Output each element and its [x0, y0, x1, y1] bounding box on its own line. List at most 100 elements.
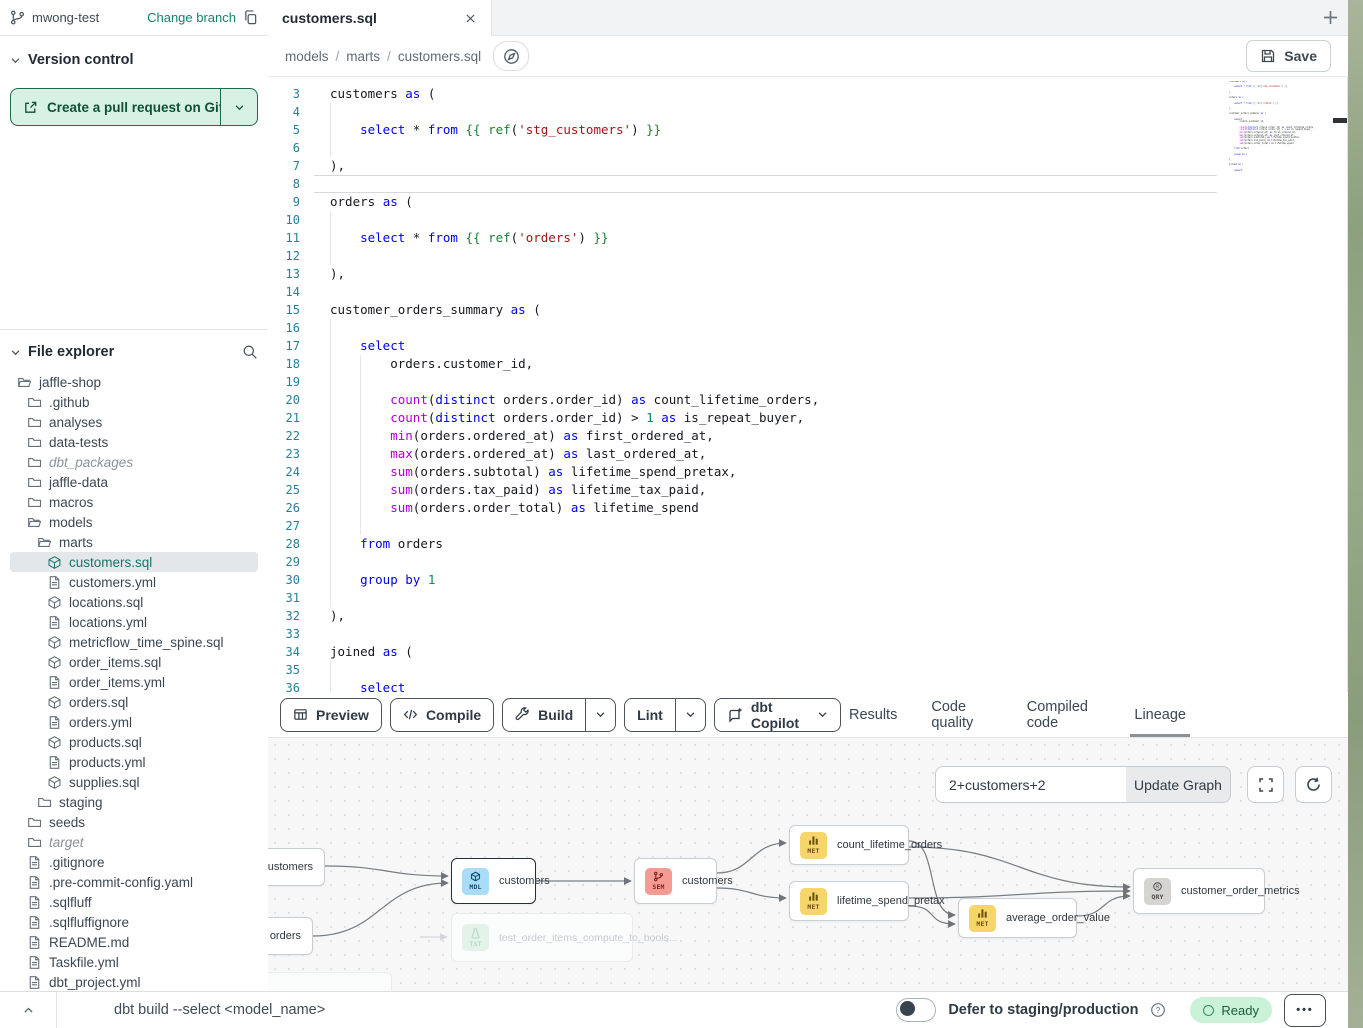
file-tree-item-orders.yml[interactable]: orders.yml: [10, 712, 258, 732]
file-tree-item-dbt_packages[interactable]: dbt_packages: [10, 452, 258, 472]
tab-code-quality[interactable]: Code quality: [931, 692, 992, 737]
dbt-copilot-button[interactable]: dbt Copilot: [714, 698, 841, 732]
more-options-button[interactable]: •••: [1284, 994, 1326, 1027]
file-tree-item-.sqlfluff[interactable]: .sqlfluff: [10, 892, 258, 912]
file-tree-item-staging[interactable]: staging: [10, 792, 258, 812]
search-icon[interactable]: [242, 344, 258, 360]
lineage-node-lifetime-spend-pretax[interactable]: METlifetime_spend_pretax: [789, 881, 909, 921]
code-line-23[interactable]: 23 max(orders.ordered_at) as last_ordere…: [268, 445, 1347, 463]
update-graph-button[interactable]: Update Graph: [1126, 766, 1231, 803]
code-line-21[interactable]: 21 count(distinct orders.order_id) > 1 a…: [268, 409, 1347, 427]
build-button[interactable]: Build: [502, 698, 616, 732]
file-tree-item-orders.sql[interactable]: orders.sql: [10, 692, 258, 712]
code-line-34[interactable]: 34joined as (: [268, 643, 1347, 661]
code-line-32[interactable]: 32),: [268, 607, 1347, 625]
lineage-node-stg_customers[interactable]: stg_customers: [268, 848, 325, 886]
code-line-20[interactable]: 20 count(distinct orders.order_id) as co…: [268, 391, 1347, 409]
minimap[interactable]: customers as ( select * from {{ ref('stg…: [1229, 81, 1321, 172]
file-tree-item-jaffle-data[interactable]: jaffle-data: [10, 472, 258, 492]
create-pr-main[interactable]: Create a pull request on Git...: [11, 89, 220, 125]
lineage-canvas[interactable]: stg_customersorders MDLcustomers TSTtest_o…: [268, 738, 1348, 991]
code-line-30[interactable]: 30 group by 1: [268, 571, 1347, 589]
build-dropdown[interactable]: [585, 699, 615, 731]
preview-button[interactable]: Preview: [280, 698, 382, 732]
file-tree-item-locations.yml[interactable]: locations.yml: [10, 612, 258, 632]
file-tree-item-analyses[interactable]: analyses: [10, 412, 258, 432]
lineage-node-count-lifetime-orders[interactable]: METcount_lifetime_orders: [789, 825, 909, 865]
code-line-22[interactable]: 22 min(orders.ordered_at) as first_order…: [268, 427, 1347, 445]
lint-dropdown[interactable]: [675, 699, 705, 731]
code-line-9[interactable]: 9orders as (: [268, 193, 1347, 211]
save-button[interactable]: Save: [1246, 40, 1331, 72]
code-line-31[interactable]: 31: [268, 589, 1347, 607]
lineage-node-customers-model[interactable]: MDLcustomers: [451, 858, 536, 904]
lineage-node-average-order-value[interactable]: METaverage_order_value: [958, 898, 1077, 938]
code-line-3[interactable]: 3customers as (: [268, 85, 1347, 103]
breadcrumb-models[interactable]: models: [285, 49, 329, 64]
code-line-4[interactable]: 4: [268, 103, 1347, 121]
file-tree-item-products.sql[interactable]: products.sql: [10, 732, 258, 752]
code-line-14[interactable]: 14: [268, 283, 1347, 301]
scrollbar-thumb[interactable]: [1333, 118, 1347, 123]
file-tree-item-macros[interactable]: macros: [10, 492, 258, 512]
lineage-node-partial-node[interactable]: [268, 972, 392, 991]
code-line-6[interactable]: 6: [268, 139, 1347, 157]
code-line-15[interactable]: 15customer_orders_summary as (: [268, 301, 1347, 319]
file-tree-item-products.yml[interactable]: products.yml: [10, 752, 258, 772]
file-tree-item-models[interactable]: models: [10, 512, 258, 532]
lineage-node-customers-semantic[interactable]: SEMcustomers: [634, 858, 717, 904]
code-line-5[interactable]: 5 select * from {{ ref('stg_customers') …: [268, 121, 1347, 139]
code-line-28[interactable]: 28 from orders: [268, 535, 1347, 553]
file-tree-item-README.md[interactable]: README.md: [10, 932, 258, 952]
code-line-7[interactable]: 7),: [268, 157, 1347, 175]
file-tree-item-.github[interactable]: .github: [10, 392, 258, 412]
version-control-header[interactable]: Version control: [10, 48, 258, 72]
defer-toggle[interactable]: [896, 998, 936, 1022]
file-tree-item-seeds[interactable]: seeds: [10, 812, 258, 832]
lineage-selector-input[interactable]: 2+customers+2: [935, 766, 1127, 803]
tab-results[interactable]: Results: [849, 692, 897, 737]
code-line-16[interactable]: 16: [268, 319, 1347, 337]
code-line-11[interactable]: 11 select * from {{ ref('orders') }}: [268, 229, 1347, 247]
tab-compiled-code[interactable]: Compiled code: [1027, 692, 1101, 737]
file-tree-item-.sqlfluffignore[interactable]: .sqlfluffignore: [10, 912, 258, 932]
tab-customers-sql[interactable]: customers.sql: [268, 0, 492, 36]
file-explorer-header[interactable]: File explorer: [10, 340, 268, 364]
close-icon[interactable]: [464, 12, 477, 25]
file-tree-item-data-tests[interactable]: data-tests: [10, 432, 258, 452]
compile-button[interactable]: Compile: [390, 698, 494, 732]
breadcrumb-file[interactable]: customers.sql: [398, 49, 481, 64]
file-tree-item-customers.yml[interactable]: customers.yml: [10, 572, 258, 592]
code-editor[interactable]: 3customers as (45 select * from {{ ref('…: [268, 77, 1348, 692]
file-tree-item-locations.sql[interactable]: locations.sql: [10, 592, 258, 612]
code-line-12[interactable]: 12: [268, 247, 1347, 265]
collapse-panel-button[interactable]: [0, 992, 57, 1028]
lineage-node-test-order-items[interactable]: TSTtest_order_items_compute_to_bools...: [451, 913, 633, 962]
lineage-node-customer-order-metrics[interactable]: RQRYcustomer_order_metrics: [1133, 868, 1265, 914]
breadcrumb-marts[interactable]: marts: [346, 49, 380, 64]
code-line-24[interactable]: 24 sum(orders.subtotal) as lifetime_spen…: [268, 463, 1347, 481]
code-line-18[interactable]: 18 orders.customer_id,: [268, 355, 1347, 373]
file-tree-item-marts[interactable]: marts: [10, 532, 258, 552]
help-icon[interactable]: ?: [1150, 1002, 1166, 1018]
file-tree-item-target[interactable]: target: [10, 832, 258, 852]
create-pr-dropdown[interactable]: [220, 89, 257, 125]
file-tree-item-.pre-commit-config.yaml[interactable]: .pre-commit-config.yaml: [10, 872, 258, 892]
code-line-10[interactable]: 10: [268, 211, 1347, 229]
copy-icon[interactable]: [243, 10, 258, 25]
refresh-button[interactable]: [1295, 766, 1332, 803]
code-line-29[interactable]: 29: [268, 553, 1347, 571]
code-line-27[interactable]: 27: [268, 517, 1347, 535]
tab-lineage[interactable]: Lineage: [1134, 692, 1186, 737]
code-line-25[interactable]: 25 sum(orders.tax_paid) as lifetime_tax_…: [268, 481, 1347, 499]
code-line-33[interactable]: 33: [268, 625, 1347, 643]
docs-compass-button[interactable]: [493, 41, 529, 71]
file-tree-item-supplies.sql[interactable]: supplies.sql: [10, 772, 258, 792]
create-pr-button[interactable]: Create a pull request on Git...: [10, 88, 258, 126]
file-tree-item-order_items.yml[interactable]: order_items.yml: [10, 672, 258, 692]
fullscreen-button[interactable]: [1247, 766, 1284, 803]
code-line-8[interactable]: 8: [268, 175, 1347, 193]
file-tree-item-Taskfile.yml[interactable]: Taskfile.yml: [10, 952, 258, 972]
lineage-node-orders[interactable]: orders: [268, 917, 313, 955]
code-line-35[interactable]: 35: [268, 661, 1347, 679]
